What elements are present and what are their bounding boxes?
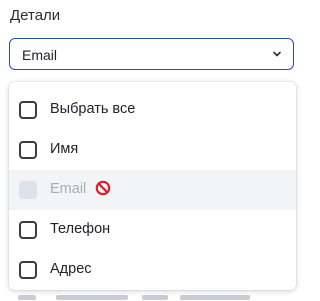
option-label: Адрес (50, 261, 92, 277)
option-phone[interactable]: Телефон (9, 210, 296, 250)
option-name[interactable]: Имя (9, 130, 296, 170)
chevron-down-icon (273, 51, 281, 57)
option-select-all[interactable]: Выбрать все (9, 90, 296, 130)
checkbox[interactable] (19, 101, 37, 119)
option-label: Имя (50, 141, 79, 157)
option-address[interactable]: Адрес (9, 250, 296, 290)
select-value: Email (22, 47, 58, 63)
checkbox[interactable] (19, 261, 37, 279)
option-label: Телефон (50, 221, 111, 237)
checkbox-disabled (19, 181, 37, 199)
option-label: Выбрать все (50, 101, 136, 117)
checkbox[interactable] (19, 141, 37, 159)
field-label: Детали (10, 7, 61, 24)
no-entry-icon (95, 180, 111, 196)
options-dropdown: Выбрать все Имя Email Телефон Адрес (9, 82, 296, 290)
background-content (18, 292, 258, 301)
details-select[interactable]: Email (9, 38, 294, 70)
option-label: Email (50, 181, 87, 197)
checkbox[interactable] (19, 221, 37, 239)
option-email: Email (9, 170, 296, 210)
